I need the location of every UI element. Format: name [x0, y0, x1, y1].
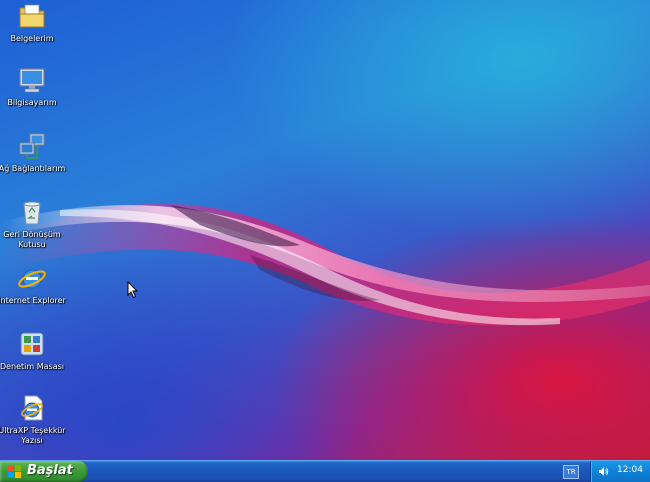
desktop[interactable]: Belgelerim Bilgisayarım Ağ Bağlantılarım…: [0, 0, 650, 460]
volume-icon[interactable]: [598, 466, 609, 477]
desktop-icon-network[interactable]: Ağ Bağlantılarım: [0, 130, 67, 174]
computer-monitor-icon: [19, 68, 45, 93]
desktop-icon-internet-explorer[interactable]: Internet Explorer: [0, 262, 67, 306]
desktop-icon-recycle-bin[interactable]: Geri Dönüşüm Kutusu: [0, 196, 67, 250]
folder-documents-icon: [19, 4, 45, 28]
desktop-icon-control-panel[interactable]: Denetim Masası: [0, 328, 67, 372]
ie-document-icon: [21, 395, 43, 421]
desktop-icon-label: Bilgisayarım: [7, 98, 57, 107]
desktop-icon-my-documents[interactable]: Belgelerim: [0, 0, 67, 44]
desktop-icon-label: Ağ Bağlantılarım: [0, 164, 66, 173]
desktop-icon-label: UltraXP Teşekkür Yazısı: [0, 426, 66, 445]
desktop-icon-label: Geri Dönüşüm Kutusu: [3, 230, 61, 249]
desktop-icon-label: Denetim Masası: [0, 362, 65, 371]
clock[interactable]: 12:04: [617, 465, 643, 475]
system-tray: 12:04: [590, 461, 650, 482]
control-panel-icon: [20, 332, 44, 356]
language-indicator[interactable]: TR: [563, 465, 579, 479]
desktop-icon-ultraxp-thanks[interactable]: UltraXP Teşekkür Yazısı: [0, 392, 67, 446]
desktop-icon-my-computer[interactable]: Bilgisayarım: [0, 64, 67, 108]
start-button-label: Başlat: [27, 463, 73, 478]
wallpaper-swoosh: [0, 203, 650, 326]
taskbar: Başlat TR 12:04: [0, 460, 650, 482]
mouse-cursor-icon: [127, 281, 139, 299]
network-connections-icon: [19, 133, 45, 159]
desktop-icon-label: Belgelerim: [10, 34, 54, 43]
desktop-icon-label: Internet Explorer: [0, 296, 66, 305]
internet-explorer-icon: [18, 269, 46, 289]
recycle-bin-icon: [23, 201, 41, 225]
start-button[interactable]: Başlat: [0, 461, 88, 482]
windows-logo-icon: [8, 465, 21, 478]
